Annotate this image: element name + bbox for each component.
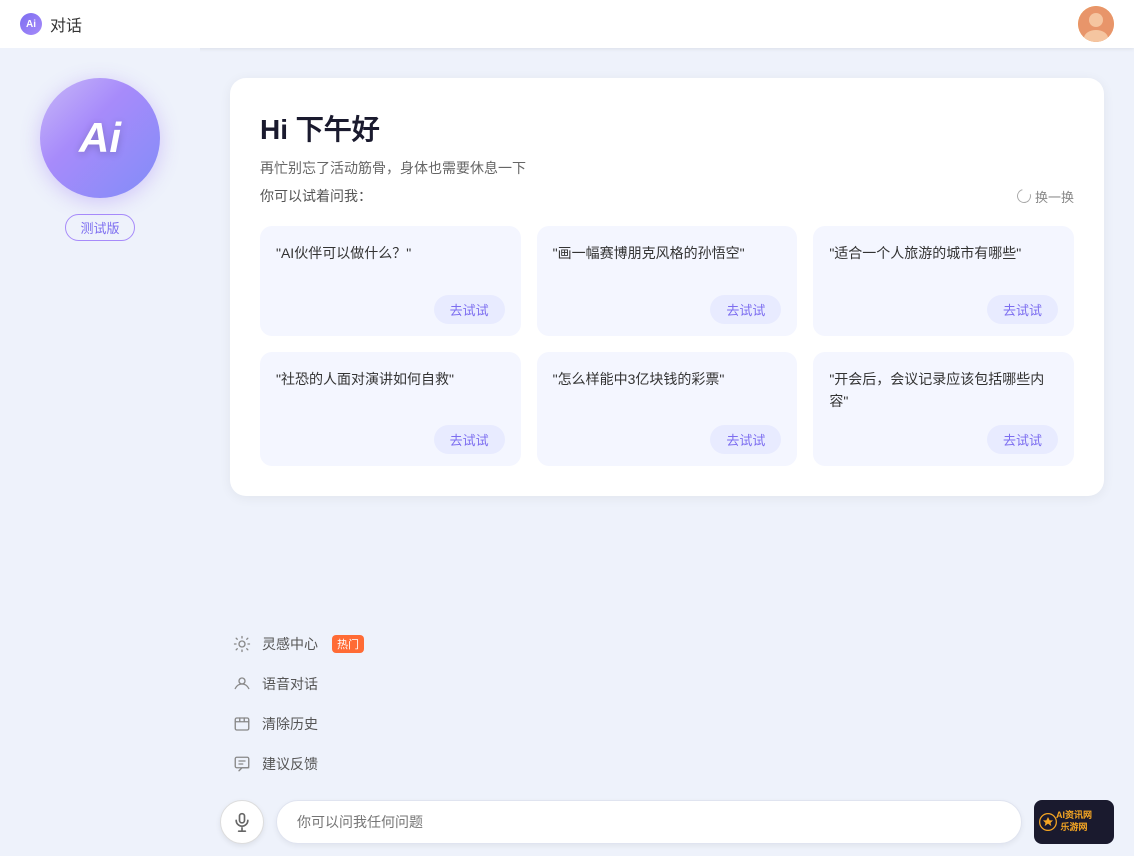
- welcome-subtitle: 再忙别忘了活动筋骨，身体也需要休息一下: [260, 158, 1074, 178]
- header-left: Ai 对话: [20, 12, 82, 36]
- suggestion-card-3[interactable]: "社恐的人面对演讲如何自救" 去试试: [260, 352, 521, 466]
- ai-logo-text: Ai: [79, 114, 121, 162]
- suggestion-card-5[interactable]: "开会后，会议记录应该包括哪些内容" 去试试: [813, 352, 1074, 466]
- header-title: 对话: [50, 12, 82, 36]
- refresh-icon: [1014, 186, 1033, 205]
- nav-item-voice[interactable]: 语音对话: [220, 664, 1114, 704]
- try-button-0[interactable]: 去试试: [434, 295, 505, 324]
- try-label-row: 你可以试着问我： 换一换: [260, 186, 1074, 206]
- watermark: AI资讯网 乐游网: [1034, 800, 1114, 844]
- suggestion-card-2[interactable]: "适合一个人旅游的城市有哪些" 去试试: [813, 226, 1074, 336]
- try-button-3[interactable]: 去试试: [434, 425, 505, 454]
- center-content: Hi 下午好 再忙别忘了活动筋骨，身体也需要休息一下 你可以试着问我： 换一换 …: [200, 48, 1134, 608]
- voice-icon: [232, 674, 252, 694]
- watermark-text-2: 乐游网: [1060, 822, 1087, 834]
- ai-version-badge: 测试版: [65, 214, 134, 241]
- try-button-2[interactable]: 去试试: [987, 295, 1058, 324]
- nav-item-clear[interactable]: 清除历史: [220, 704, 1114, 744]
- ai-logo: Ai: [40, 78, 160, 198]
- suggestion-text-0: "AI伙伴可以做什么？": [276, 242, 505, 283]
- feedback-icon: [232, 754, 252, 774]
- main-layout: Ai 测试版 Hi 下午好 再忙别忘了活动筋骨，身体也需要休息一下 你可以试着问…: [0, 48, 1134, 856]
- suggestion-card-0[interactable]: "AI伙伴可以做什么？" 去试试: [260, 226, 521, 336]
- welcome-title: Hi 下午好: [260, 108, 1074, 148]
- suggestion-card-4[interactable]: "怎么样能中3亿块钱的彩票" 去试试: [537, 352, 798, 466]
- suggestion-text-1: "画一幅赛博朋克风格的孙悟空": [553, 242, 782, 283]
- suggestion-card-1[interactable]: "画一幅赛博朋克风格的孙悟空" 去试试: [537, 226, 798, 336]
- try-button-1[interactable]: 去试试: [710, 295, 781, 324]
- clear-icon: [232, 714, 252, 734]
- suggestion-text-2: "适合一个人旅游的城市有哪些": [829, 242, 1058, 283]
- nav-label-0: 灵感中心: [262, 634, 318, 654]
- input-bar: AI资讯网 乐游网: [200, 788, 1134, 856]
- header-logo-icon: Ai: [20, 13, 42, 35]
- nav-label-2: 清除历史: [262, 714, 318, 734]
- inspiration-icon: [232, 634, 252, 654]
- bottom-nav: 灵感中心 热门 语音对话 清除历史 建议反馈: [200, 608, 1134, 788]
- user-avatar[interactable]: [1078, 6, 1114, 42]
- nav-label-1: 语音对话: [262, 674, 318, 694]
- suggestion-text-5: "开会后，会议记录应该包括哪些内容": [829, 368, 1058, 413]
- try-button-4[interactable]: 去试试: [710, 425, 781, 454]
- nav-item-inspiration[interactable]: 灵感中心 热门: [220, 624, 1114, 664]
- header-logo-text: Ai: [26, 19, 36, 30]
- suggestion-grid: "AI伙伴可以做什么？" 去试试 "画一幅赛博朋克风格的孙悟空" 去试试 "适合…: [260, 226, 1074, 466]
- suggestion-text-3: "社恐的人面对演讲如何自救": [276, 368, 505, 413]
- welcome-card: Hi 下午好 再忙别忘了活动筋骨，身体也需要休息一下 你可以试着问我： 换一换 …: [230, 78, 1104, 496]
- nav-item-feedback[interactable]: 建议反馈: [220, 744, 1114, 784]
- mic-button[interactable]: [220, 800, 264, 844]
- refresh-button[interactable]: 换一换: [1017, 187, 1074, 206]
- try-button-5[interactable]: 去试试: [987, 425, 1058, 454]
- suggestion-text-4: "怎么样能中3亿块钱的彩票": [553, 368, 782, 413]
- app-header: Ai 对话: [0, 0, 1134, 48]
- hot-badge: 热门: [332, 635, 364, 653]
- nav-label-3: 建议反馈: [262, 754, 318, 774]
- chat-input[interactable]: [276, 800, 1022, 844]
- refresh-label: 换一换: [1035, 187, 1074, 206]
- watermark-text-1: AI资讯网: [1056, 810, 1092, 822]
- left-panel: Ai 测试版: [0, 48, 200, 856]
- try-label: 你可以试着问我：: [260, 186, 372, 206]
- bottom-section: 灵感中心 热门 语音对话 清除历史 建议反馈: [200, 608, 1134, 856]
